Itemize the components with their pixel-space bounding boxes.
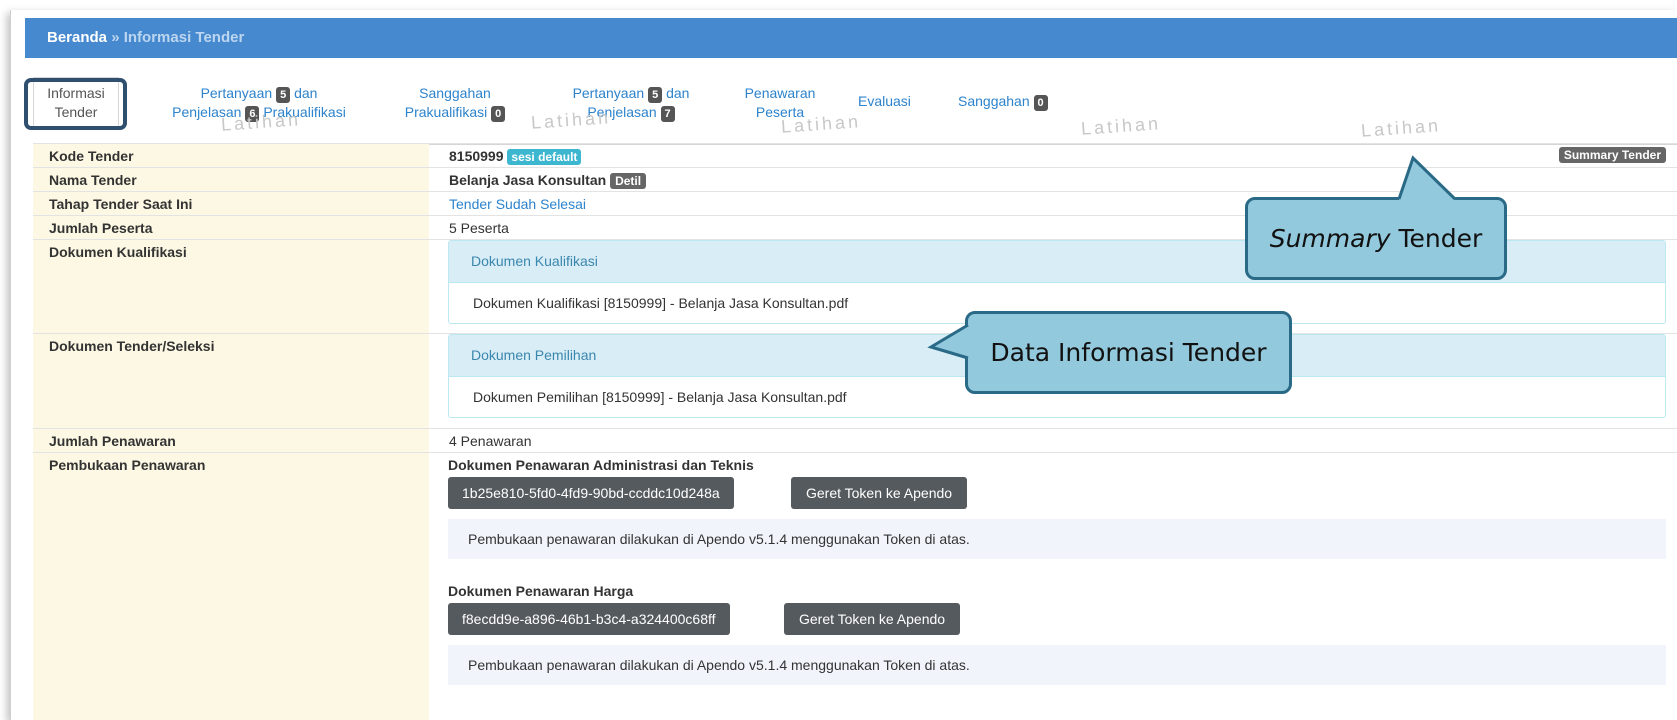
callout-data-informasi: Data Informasi Tender [965, 311, 1292, 394]
tab-label-line1: Informasi [47, 85, 105, 101]
callout-summary-tender: Summary Tender [1245, 197, 1507, 280]
tender-stage-link[interactable]: Tender Sudah Selesai [449, 196, 586, 212]
tab-bar: Informasi Tender Pertanyaan 5 dan Penjel… [33, 72, 1677, 145]
breadcrumb: Beranda » Informasi Tender [25, 18, 1677, 58]
field-label: Dokumen Kualifikasi [33, 240, 429, 334]
tab-sanggahan-prakualifikasi[interactable]: Sanggahan Prakualifikasi 0 [385, 84, 525, 122]
tab-label: Penjelasan [172, 104, 242, 120]
tab-penawaran-peserta[interactable]: Penawaran Peserta [728, 84, 832, 122]
tab-label: Pertanyaan [572, 85, 645, 101]
tab-label: Sanggahan [419, 85, 491, 101]
field-label: Jumlah Penawaran [33, 429, 429, 453]
detail-button[interactable]: Detil [610, 173, 647, 189]
summary-tender-button[interactable]: Summary Tender [1558, 147, 1666, 163]
count-badge: 7 [660, 106, 675, 122]
info-note: Pembukaan penawaran dilakukan di Apendo … [448, 519, 1666, 559]
count-badge: 0 [491, 106, 506, 122]
token-harga: f8ecdd9e-a896-46b1-b3c4-a324400c68ff [448, 603, 730, 635]
callout-pointer [927, 323, 969, 360]
tab-evaluasi[interactable]: Evaluasi [858, 92, 911, 111]
tab-informasi-tender[interactable]: Informasi Tender [33, 77, 119, 129]
field-label: Tahap Tender Saat Ini [33, 192, 429, 216]
row-pembukaan-penawaran: Pembukaan Penawaran Dokumen Penawaran Ad… [33, 452, 1677, 720]
tender-code: 8150999 [449, 148, 504, 164]
tab-label: Evaluasi [858, 93, 911, 109]
field-label: Kode Tender [33, 144, 429, 168]
geret-token-button[interactable]: Geret Token ke Apendo [784, 603, 961, 635]
field-value: 8150999 sesi default [449, 144, 1677, 168]
tab-label-line2: Tender [54, 104, 98, 120]
field-value: Belanja Jasa Konsultan Detil [449, 168, 1677, 192]
tab-label: Sanggahan [958, 93, 1030, 109]
tab-sanggahan[interactable]: Sanggahan 0 [958, 92, 1048, 111]
tab-label: Penawaran [744, 85, 816, 101]
callout-pointer [1397, 155, 1457, 201]
field-value: 4 Penawaran [449, 433, 532, 449]
breadcrumb-separator: » [111, 29, 120, 46]
count-badge: 5 [648, 87, 663, 103]
tab-label: dan [294, 85, 318, 101]
callout-text-italic: Summary [1269, 224, 1391, 253]
callout-text: Tender [1398, 224, 1483, 253]
tab-pertanyaan-penjelasan[interactable]: Pertanyaan 5 dan Penjelasan 7 [551, 84, 711, 122]
tab-label: Pertanyaan [200, 85, 273, 101]
tab-label: Penjelasan [587, 104, 657, 120]
breadcrumb-current: Informasi Tender [123, 29, 245, 46]
geret-token-button[interactable]: Geret Token ke Apendo [791, 477, 968, 509]
info-note: Pembukaan penawaran dilakukan di Apendo … [448, 645, 1666, 685]
row-jumlah-penawaran: Jumlah Penawaran 4 Penawaran [33, 428, 1677, 453]
session-badge: sesi default [507, 149, 582, 165]
tab-label: Prakualifikasi [404, 104, 488, 120]
callout-text: Data Informasi Tender [990, 338, 1267, 367]
field-label: Dokumen Tender/Seleksi [33, 334, 429, 429]
field-label: Jumlah Peserta [33, 216, 429, 240]
field-label: Nama Tender [33, 168, 429, 192]
section-title-admin: Dokumen Penawaran Administrasi dan Tekni… [448, 457, 754, 473]
tender-page: Beranda » Informasi Tender Informasi Ten… [10, 10, 1677, 720]
tab-label: Peserta [755, 104, 805, 120]
tab-label: dan [666, 85, 690, 101]
tender-name: Belanja Jasa Konsultan [449, 172, 607, 188]
token-admin: 1b25e810-5fd0-4fd9-90bd-ccddc10d248a [448, 477, 734, 509]
count-badge: 6 [245, 106, 260, 122]
section-title-harga: Dokumen Penawaran Harga [448, 583, 634, 599]
count-badge: 5 [276, 87, 291, 103]
tab-label: Prakualifikasi [263, 104, 346, 120]
tab-pertanyaan-penjelasan-prakualifikasi[interactable]: Pertanyaan 5 dan Penjelasan 6 Prakualifi… [141, 84, 377, 122]
row-dokumen-seleksi: Dokumen Tender/Seleksi Dokumen Pemilihan… [33, 333, 1677, 429]
breadcrumb-home[interactable]: Beranda [47, 29, 107, 46]
field-label: Pembukaan Penawaran [33, 453, 429, 720]
count-badge: 0 [1033, 95, 1048, 111]
